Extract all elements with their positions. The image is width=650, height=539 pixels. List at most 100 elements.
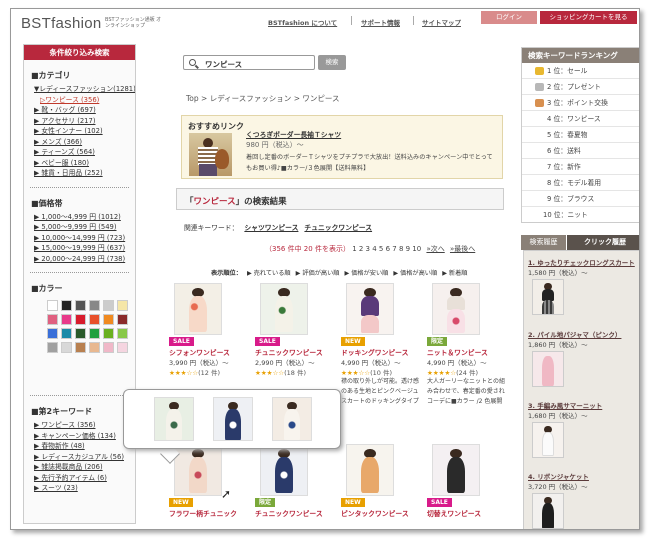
history-item-name[interactable]: 4. リボンジャケット — [528, 471, 639, 481]
category-item[interactable]: ▶ ティーンズ (564) — [34, 147, 135, 158]
color-swatch[interactable] — [47, 314, 58, 325]
breadcrumb[interactable]: Top > レディースファッション > ワンピース — [186, 93, 340, 104]
keyword-item[interactable]: ▶ 春物新作 (48) — [34, 441, 135, 452]
color-swatch[interactable] — [117, 300, 128, 311]
sort-option[interactable]: ▶ 売れている順 — [247, 270, 291, 277]
product-name[interactable]: ニット＆ワンピース — [427, 347, 503, 357]
history-item[interactable]: 1. ゆったりチェックロングスカート 1,580 円（税込）〜 — [528, 257, 639, 315]
color-swatch[interactable] — [75, 314, 86, 325]
history-item-name[interactable]: 1. ゆったりチェックロングスカート — [528, 257, 639, 267]
product-card[interactable]: NEW フラワー柄チュニック — [169, 444, 245, 518]
nav-about-link[interactable]: BSTfashion について — [268, 17, 337, 27]
history-item[interactable]: 2. パイル地パジャマ（ピンク） 1,860 円（税込）〜 — [528, 329, 639, 387]
sort-option[interactable]: ▶ 価格が高い順 — [393, 270, 437, 277]
color-swatch[interactable] — [103, 300, 114, 311]
color-swatch[interactable] — [89, 300, 100, 311]
search-input[interactable]: ワンピース — [183, 55, 315, 70]
recommend-product-link[interactable]: くつろぎボーダー長袖Ｔシャツ — [246, 129, 341, 139]
category-item[interactable]: ▶ 女性インナー (102) — [34, 126, 135, 137]
color-swatch[interactable] — [89, 342, 100, 353]
color-swatch[interactable] — [61, 300, 72, 311]
product-name[interactable]: ドッキングワンピース — [341, 347, 417, 357]
color-swatch[interactable] — [47, 342, 58, 353]
color-swatch[interactable] — [89, 314, 100, 325]
product-card[interactable]: 限定 チュニックワンピース — [255, 444, 331, 518]
product-name[interactable]: ピンタックワンピース — [341, 508, 417, 518]
price-item[interactable]: ▶ 1,000〜4,999 円 (1012) — [34, 212, 135, 223]
keyword-item[interactable]: ▶ キャンペーン価格 (134) — [34, 431, 135, 442]
product-image[interactable] — [432, 444, 480, 496]
keyword-item[interactable]: ▶ 雑誌掲載商品 (206) — [34, 462, 135, 473]
color-swatch[interactable] — [47, 300, 58, 311]
sort-option[interactable]: ▶ 価格が安い順 — [344, 270, 388, 277]
color-swatch[interactable] — [117, 328, 128, 339]
price-item[interactable]: ▶ 5,000〜9,999 円 (549) — [34, 222, 135, 233]
history-item[interactable]: 4. リボンジャケット 3,720 円（税込）〜 — [528, 471, 639, 529]
category-item-selected[interactable]: ▷ワンピース (356) — [40, 95, 135, 106]
last-page-link[interactable]: »最後へ — [450, 245, 475, 253]
color-swatch[interactable] — [103, 328, 114, 339]
color-swatch[interactable] — [117, 342, 128, 353]
product-image[interactable] — [260, 283, 308, 335]
ranking-row[interactable]: 5 位：春夏物 — [522, 127, 639, 143]
product-name[interactable]: フラワー柄チュニック — [169, 508, 245, 518]
color-swatch[interactable] — [61, 328, 72, 339]
nav-sitemap-link[interactable]: サイトマップ — [422, 17, 461, 27]
page-numbers[interactable]: 1 2 3 4 5 6 7 8 9 10 — [352, 245, 421, 253]
tab-click-history[interactable]: クリック履歴 — [567, 235, 639, 250]
product-name[interactable]: 切替えワンピース — [427, 508, 503, 518]
ranking-row[interactable]: 6 位：送料 — [522, 143, 639, 159]
category-item[interactable]: ▶ メンズ (366) — [34, 137, 135, 148]
ranking-row[interactable]: 4 位：ワンピース — [522, 111, 639, 127]
related-keyword-link[interactable]: チュニックワンピース — [304, 224, 372, 232]
search-button[interactable]: 検索 — [318, 55, 346, 70]
color-swatch[interactable] — [103, 314, 114, 325]
product-name[interactable]: チュニックワンピース — [255, 347, 331, 357]
color-swatch[interactable] — [75, 342, 86, 353]
color-swatch[interactable] — [117, 314, 128, 325]
keyword-item[interactable]: ▶ スーツ (23) — [34, 483, 135, 494]
product-card[interactable]: SALE シフォンワンピース 3,990 円（税込）〜 ★★★☆☆(12 件) — [169, 283, 245, 377]
category-item[interactable]: ▶ アクセサリ (217) — [34, 116, 135, 127]
color-swatch[interactable] — [75, 328, 86, 339]
keyword-item[interactable]: ▶ レディースカジュアル (56) — [34, 452, 135, 463]
ranking-row[interactable]: 10 位：ニット — [522, 207, 639, 223]
related-keyword-link[interactable]: シャツワンピース — [244, 224, 298, 232]
history-item-image[interactable] — [532, 351, 564, 387]
logo[interactable]: BSTfashion — [21, 15, 102, 32]
color-swatch[interactable] — [103, 342, 114, 353]
category-item[interactable]: ▶ ベビー服 (180) — [34, 158, 135, 169]
history-item[interactable]: 3. 手編み風サマーニット 1,680 円（税込）〜 — [528, 400, 639, 458]
ranking-row[interactable]: 1 位：セール — [522, 63, 639, 79]
color-swatch[interactable] — [61, 342, 72, 353]
product-card[interactable]: NEW ドッキングワンピース 4,990 円（税込）〜 ★★★☆☆(10 件) … — [341, 283, 419, 408]
product-image[interactable] — [174, 444, 222, 496]
product-image[interactable] — [260, 444, 308, 496]
keyword-item[interactable]: ▶ ワンピース (356) — [34, 420, 135, 431]
price-item[interactable]: ▶ 10,000〜14,999 円 (723) — [34, 233, 135, 244]
history-item-image[interactable] — [532, 279, 564, 315]
color-swatch[interactable] — [47, 328, 58, 339]
login-button[interactable]: ログイン — [481, 11, 537, 24]
category-item[interactable]: ▼レディースファッション(1281) — [34, 84, 135, 95]
color-swatch[interactable] — [75, 300, 86, 311]
color-swatch[interactable] — [89, 328, 100, 339]
cart-button[interactable]: ショッピングカートを見る — [540, 11, 637, 24]
ranking-row[interactable]: 2 位：プレゼント — [522, 79, 639, 95]
product-image[interactable] — [346, 444, 394, 496]
category-item[interactable]: ▶ 雑貨・日用品 (252) — [34, 168, 135, 179]
ranking-row[interactable]: 8 位：モデル着用 — [522, 175, 639, 191]
product-card[interactable]: SALE チュニックワンピース 2,990 円（税込）〜 ★★★☆☆(18 件) — [255, 283, 331, 377]
preview-thumbnail[interactable] — [272, 397, 312, 441]
history-item-name[interactable]: 2. パイル地パジャマ（ピンク） — [528, 329, 639, 339]
product-name[interactable]: シフォンワンピース — [169, 347, 245, 357]
price-item[interactable]: ▶ 15,000〜19,999 円 (637) — [34, 243, 135, 254]
keyword-item[interactable]: ▶ 先行予約アイテム (6) — [34, 473, 135, 484]
ranking-row[interactable]: 7 位：新作 — [522, 159, 639, 175]
nav-support-link[interactable]: サポート情報 — [361, 17, 400, 27]
ranking-row[interactable]: 3 位：ポイント交換 — [522, 95, 639, 111]
product-image[interactable] — [174, 283, 222, 335]
product-card[interactable]: SALE 切替えワンピース — [427, 444, 503, 518]
category-item[interactable]: ▶ 靴・バッグ (697) — [34, 105, 135, 116]
product-image[interactable] — [346, 283, 394, 335]
